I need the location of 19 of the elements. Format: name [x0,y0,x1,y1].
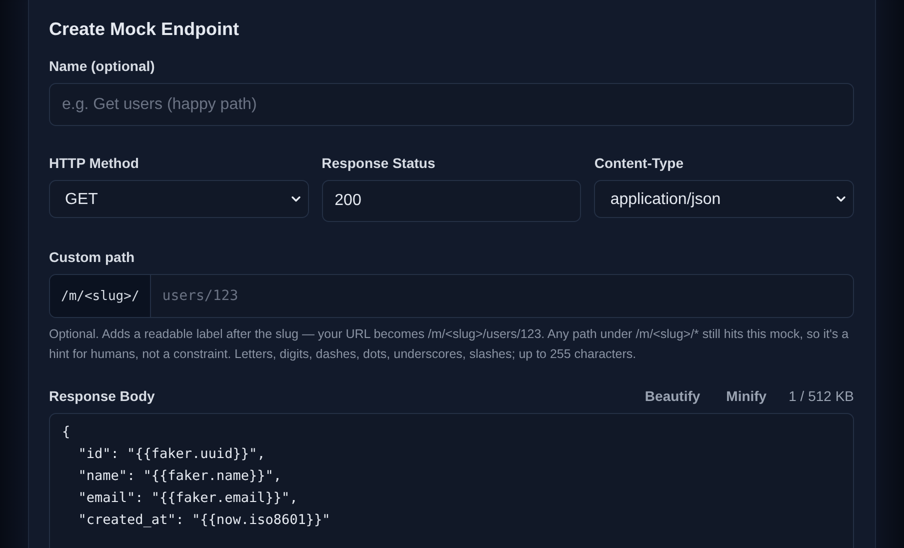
response-body-editor[interactable]: { "id": "{{faker.uuid}}", "name": "{{faker.name}}", "email": "{{faker.email}}", "created_at": "{{now.iso8601}}" [49,413,854,548]
field-label: Response Status [322,154,436,173]
status-input[interactable]: 200 [322,180,582,222]
field-label: Response Body [49,387,155,406]
field-label: Content-Type [594,154,685,173]
field-label: HTTP Method [49,154,140,173]
action-button[interactable]: Minify [722,388,771,404]
path-prefix: /m/<slug>/ [50,275,152,317]
custom-path-field[interactable]: /m/<slug>/ users/123 [49,274,854,318]
method-select[interactable]: GET [49,180,309,218]
name-input[interactable]: e.g. Get users (happy path) [49,83,854,126]
field-label: Custom path [49,248,136,267]
field-label: Name (optional) [49,57,156,76]
content-type-select[interactable]: application/json [594,180,854,218]
help-text: Optional. Adds a readable label after the slug — your URL becomes /m/<slug>/users/123. Any path under /m/<slug>/* still hits this mock, so it's a hint for humans, not a constraint. Letters, digits, dashes, dots, underscores, slashes; up to 255 characters. [49,326,850,363]
form-title: Create Mock Endpoint [49,18,240,41]
size-counter: 1 / 512 KB [788,388,854,404]
custom-path-input[interactable]: users/123 [151,275,853,317]
action-button[interactable]: Beautify [640,388,704,404]
